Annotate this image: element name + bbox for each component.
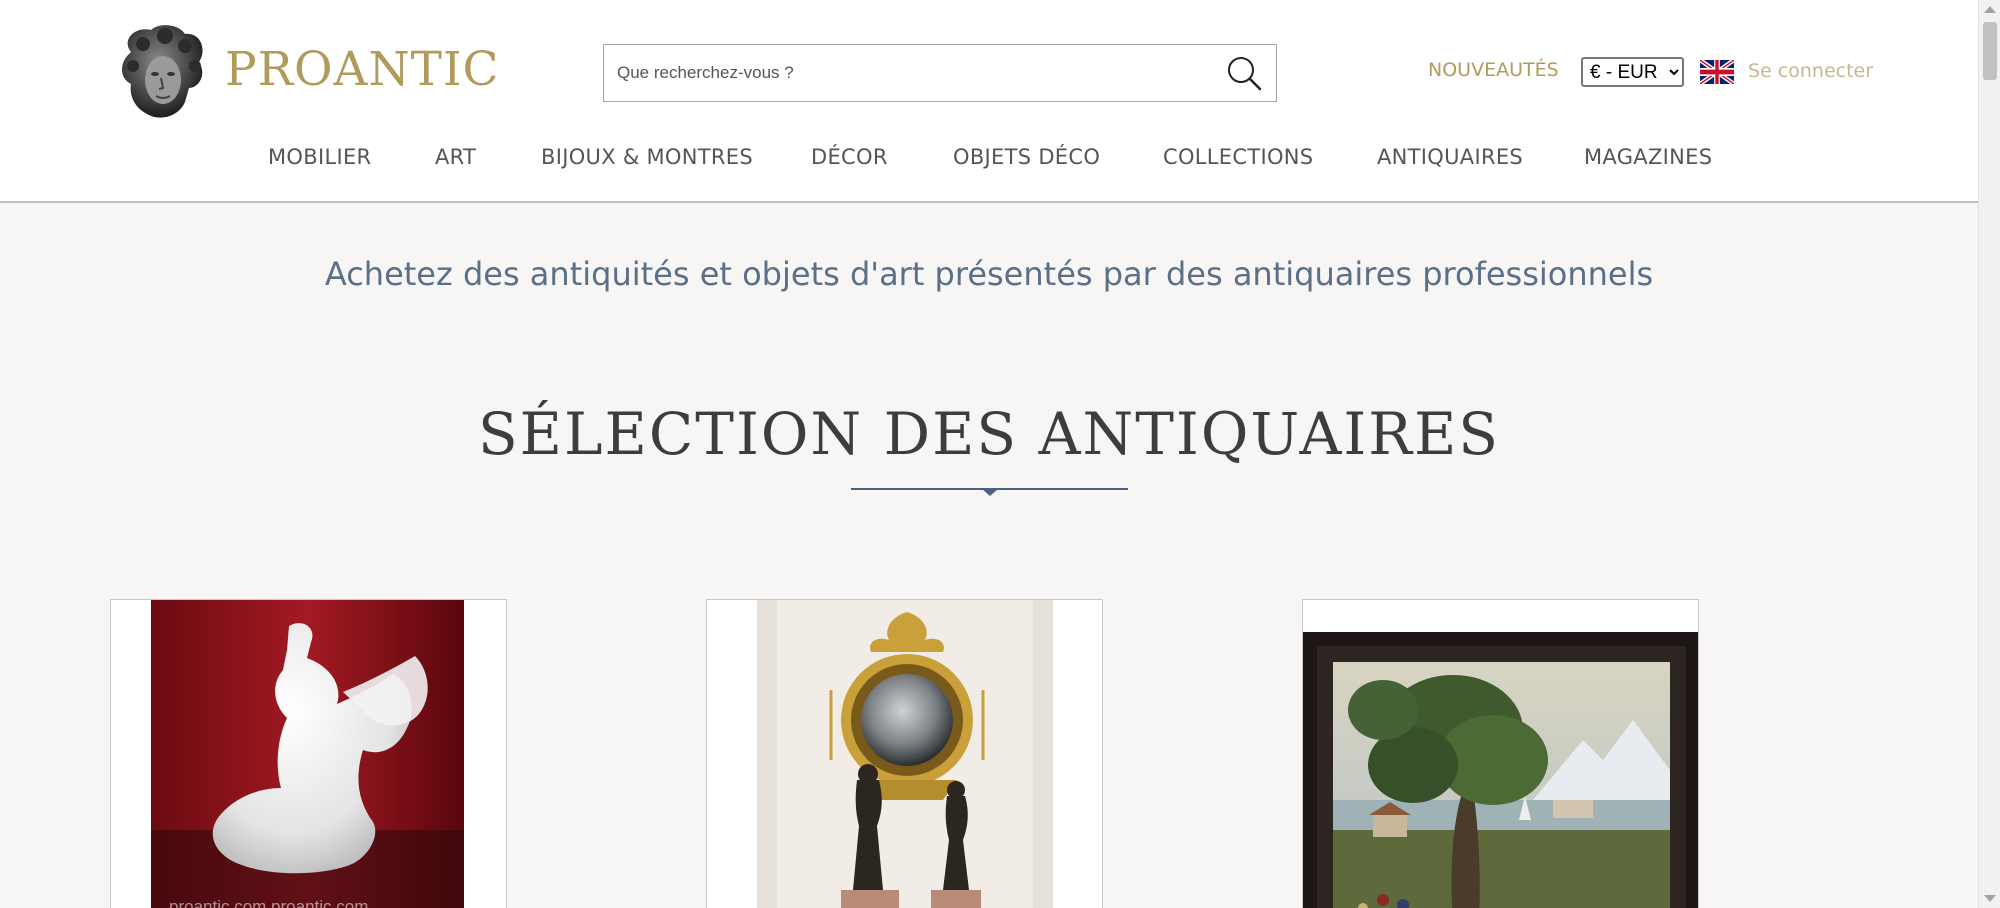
logo-wordmark[interactable]: PROANTIC (225, 42, 500, 97)
nav-item-art[interactable]: ART (435, 145, 476, 169)
statue-head-logo-icon[interactable] (113, 22, 209, 122)
nav-item-mobilier[interactable]: MOBILIER (268, 145, 371, 169)
currency-select[interactable]: € - EUR (1581, 57, 1684, 87)
main-navigation: MOBILIER ART BIJOUX & MONTRES DÉCOR OBJE… (0, 145, 1978, 183)
nav-item-objets-deco[interactable]: OBJETS DÉCO (953, 145, 1100, 169)
search-box (603, 44, 1277, 102)
mirror-and-bronzes-image (757, 600, 1053, 908)
search-input[interactable] (604, 45, 1204, 101)
scrollbar-thumb[interactable] (1983, 22, 1997, 80)
nav-item-antiquaires[interactable]: ANTIQUAIRES (1377, 145, 1523, 169)
section-title: SÉLECTION DES ANTIQUAIRES (477, 400, 1501, 468)
search-icon[interactable] (1224, 53, 1264, 93)
nav-item-bijoux-montres[interactable]: BIJOUX & MONTRES (541, 145, 753, 169)
nav-item-decor[interactable]: DÉCOR (811, 145, 888, 169)
product-card[interactable] (1302, 599, 1699, 908)
marble-sculpture-image: proantic.com proantic.com (151, 600, 464, 908)
title-divider (851, 488, 1128, 496)
site-header: PROANTIC NOUVEAUTÉS € - EUR Se connecter… (0, 0, 1978, 203)
tagline: Achetez des antiquités et objets d'art p… (324, 255, 1654, 293)
watermark-text: proantic.com proantic.com (169, 897, 368, 908)
nav-item-collections[interactable]: COLLECTIONS (1163, 145, 1313, 169)
product-card[interactable]: proantic.com proantic.com (110, 599, 507, 908)
uk-flag-icon[interactable] (1700, 60, 1734, 84)
landscape-painting-image (1303, 600, 1698, 908)
scroll-up-arrow-icon[interactable] (1984, 6, 1996, 13)
vertical-scrollbar[interactable] (1978, 0, 2000, 908)
login-link[interactable]: Se connecter (1748, 60, 1873, 82)
nav-item-magazines[interactable]: MAGAZINES (1584, 145, 1712, 169)
product-card[interactable] (706, 599, 1103, 908)
scroll-down-arrow-icon[interactable] (1984, 895, 1996, 902)
nouveautes-link[interactable]: NOUVEAUTÉS (1428, 59, 1559, 81)
